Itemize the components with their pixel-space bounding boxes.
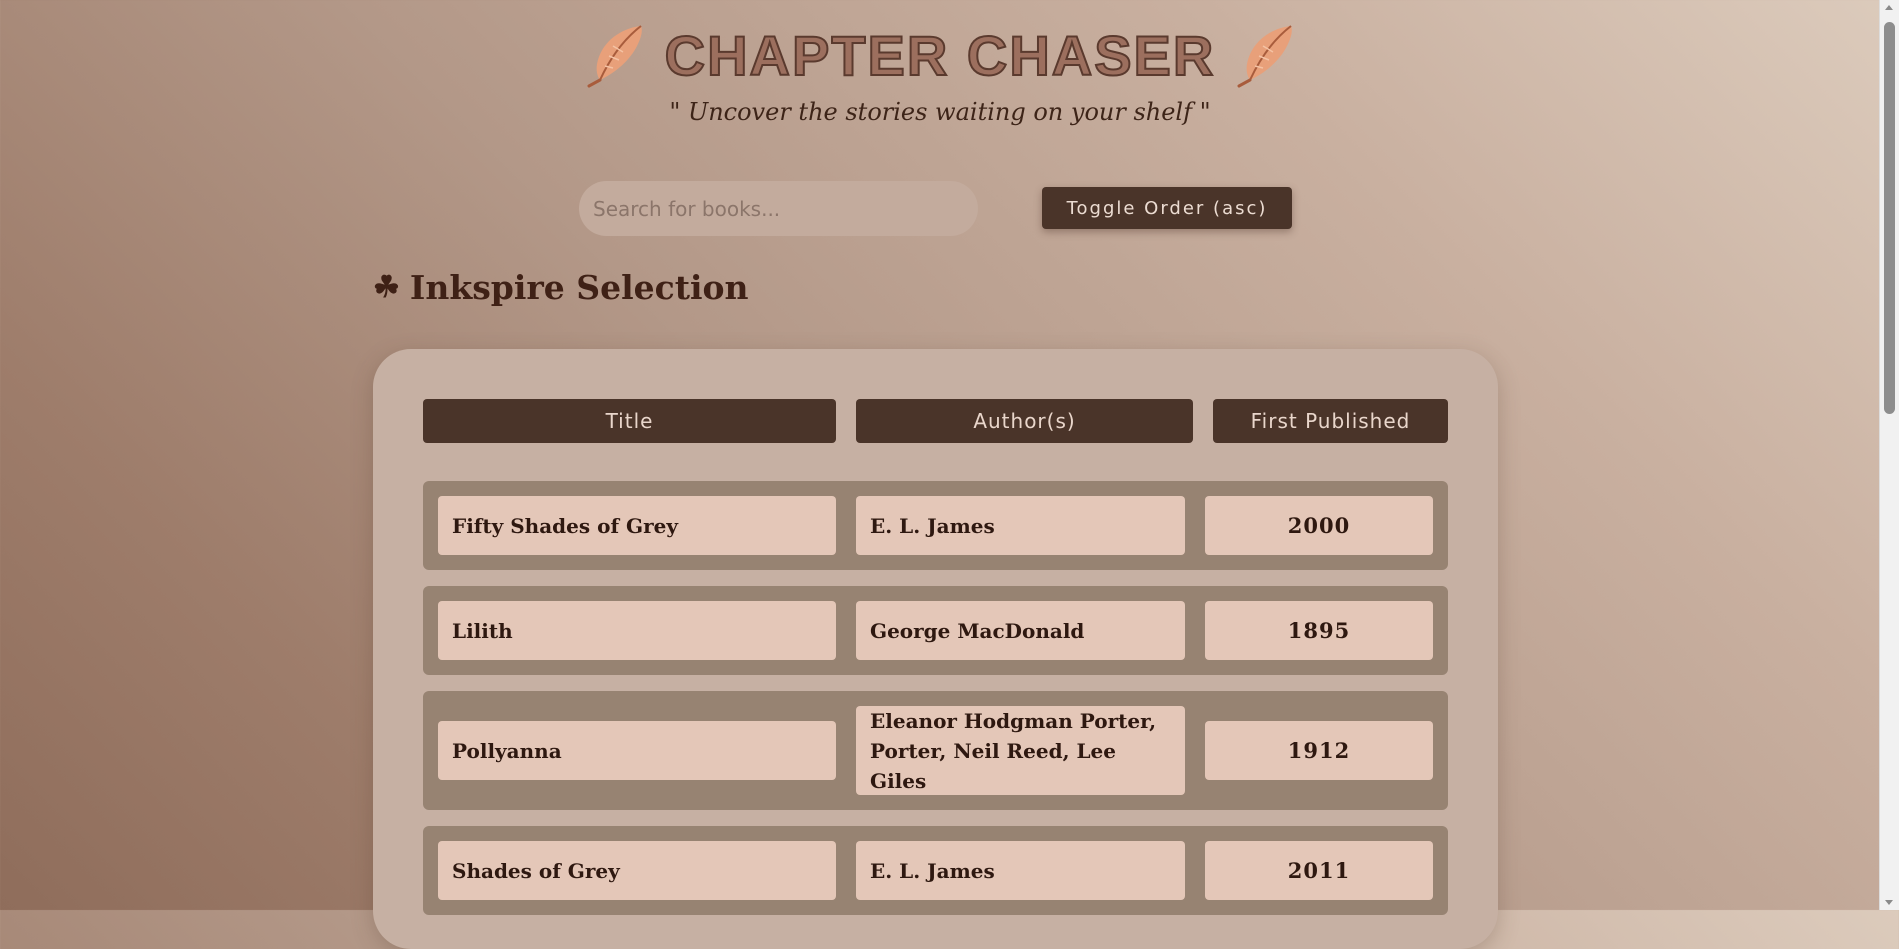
author-cell: Eleanor Hodgman Porter, Porter, Neil Ree…: [856, 706, 1185, 795]
section-title: Inkspire Selection: [409, 268, 749, 307]
vertical-scrollbar[interactable]: [1879, 0, 1899, 910]
books-table-card: Title Author(s) First Published Fifty Sh…: [373, 349, 1498, 949]
column-header-authors[interactable]: Author(s): [856, 399, 1193, 443]
clover-icon: ☘: [373, 270, 400, 305]
title-cell: Fifty Shades of Grey: [438, 496, 836, 555]
table-row[interactable]: Lilith George MacDonald 1895: [423, 586, 1448, 675]
scroll-up-icon[interactable]: [1885, 5, 1893, 10]
section-heading: ☘ Inkspire Selection: [373, 268, 749, 307]
feather-icon: [587, 25, 642, 88]
table-row[interactable]: Pollyanna Eleanor Hodgman Porter, Porter…: [423, 691, 1448, 810]
table-row[interactable]: Fifty Shades of Grey E. L. James 2000: [423, 481, 1448, 570]
author-line: E. L. James: [870, 513, 995, 538]
app-header: CHAPTER CHASER " Uncover the stories wai…: [0, 22, 1880, 126]
table-row[interactable]: Shades of Grey E. L. James 2011: [423, 826, 1448, 915]
scroll-down-icon[interactable]: [1885, 900, 1893, 905]
year-cell: 2000: [1205, 496, 1433, 555]
title-cell: Shades of Grey: [438, 841, 836, 900]
author-line: George MacDonald: [870, 618, 1085, 643]
author-line: E. L. James: [870, 858, 995, 883]
column-header-title[interactable]: Title: [423, 399, 836, 443]
author-cell: George MacDonald: [856, 601, 1185, 660]
author-line: Porter, Neil Reed, Lee Giles: [870, 738, 1117, 793]
toggle-order-button[interactable]: Toggle Order (asc): [1042, 187, 1292, 229]
feather-icon: [1237, 25, 1293, 88]
search-input[interactable]: [579, 181, 978, 236]
year-cell: 1912: [1205, 721, 1433, 780]
year-cell: 1895: [1205, 601, 1433, 660]
author-cell: E. L. James: [856, 841, 1185, 900]
title-cell: Lilith: [438, 601, 836, 660]
title-row: CHAPTER CHASER: [0, 22, 1880, 88]
app-title: CHAPTER CHASER: [664, 23, 1216, 88]
author-cell: E. L. James: [856, 496, 1185, 555]
title-cell: Pollyanna: [438, 721, 836, 780]
tagline: " Uncover the stories waiting on your sh…: [669, 98, 1211, 126]
year-cell: 2011: [1205, 841, 1433, 900]
scroll-thumb[interactable]: [1884, 22, 1895, 414]
column-header-first-published[interactable]: First Published: [1213, 399, 1448, 443]
author-line: Eleanor Hodgman Porter,: [870, 708, 1157, 733]
